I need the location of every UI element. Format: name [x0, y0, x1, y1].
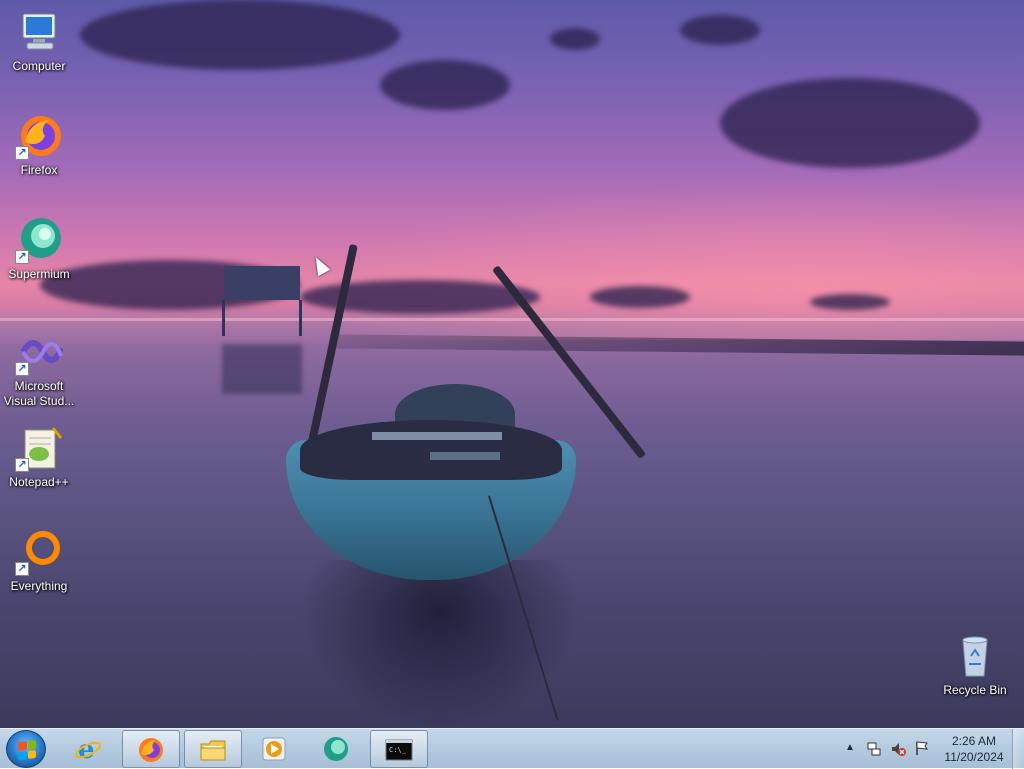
wallpaper-cloud — [550, 28, 600, 50]
desktop-icon-label: Supermium — [8, 267, 70, 281]
taskbar-media-player[interactable] — [246, 730, 304, 768]
supermium-icon: ↗ — [15, 216, 63, 264]
taskbar-file-explorer[interactable] — [184, 730, 242, 768]
taskbar-supermium[interactable] — [308, 730, 366, 768]
folder-icon — [199, 736, 227, 764]
wallpaper-cloud — [80, 0, 400, 70]
notification-area: ▲ — [842, 729, 936, 769]
shortcut-arrow-icon: ↗ — [15, 562, 29, 576]
clock-time: 2:26 AM — [951, 734, 997, 748]
shortcut-arrow-icon: ↗ — [15, 362, 29, 376]
shortcut-arrow-icon: ↗ — [15, 458, 29, 472]
clock-date: 11/20/2024 — [944, 750, 1004, 764]
wallpaper-cloud — [590, 286, 690, 308]
show-desktop-button[interactable] — [1012, 729, 1024, 769]
wallpaper-boat-seat — [372, 432, 502, 440]
taskbar-firefox[interactable] — [122, 730, 180, 768]
wallpaper-stilt-hut-legs — [222, 300, 302, 336]
wallpaper-cloud — [380, 60, 510, 110]
recycle-bin-icon — [951, 632, 999, 680]
wallpaper-boat-seat — [430, 452, 500, 460]
desktop-icon-label: Microsoft Visual Stud... — [3, 379, 75, 408]
desktop-icon-label: Firefox — [20, 163, 58, 177]
start-button[interactable] — [6, 730, 46, 768]
cmd-icon: C:\_ — [385, 736, 413, 764]
desktop-icon-firefox[interactable]: ↗ Firefox — [1, 112, 77, 178]
computer-icon — [15, 8, 63, 56]
windows-logo-icon — [18, 740, 36, 760]
desktop[interactable]: Computer ↗ Firefox ↗ Supermium ↗ Microso… — [0, 0, 1024, 728]
desktop-icon-visual-studio[interactable]: ↗ Microsoft Visual Stud... — [1, 328, 77, 409]
desktop-icon-supermium[interactable]: ↗ Supermium — [1, 216, 77, 282]
wallpaper-boat-reflection — [300, 560, 580, 728]
svg-text:C:\_: C:\_ — [389, 746, 407, 754]
shortcut-arrow-icon: ↗ — [15, 146, 29, 160]
wallpaper-cloud — [720, 78, 980, 168]
notepadpp-icon: ↗ — [15, 424, 63, 472]
desktop-icon-recycle-bin[interactable]: Recycle Bin — [937, 632, 1013, 698]
wallpaper-sky-glow — [300, 180, 1024, 340]
network-icon[interactable] — [866, 741, 882, 757]
wallpaper-horizon — [0, 318, 1024, 321]
everything-icon: ↗ — [15, 528, 63, 576]
supermium-icon — [322, 735, 350, 763]
desktop-icon-label: Computer — [12, 59, 66, 73]
volume-muted-icon[interactable] — [890, 741, 906, 757]
desktop-icon-label: Notepad++ — [9, 475, 69, 489]
wallpaper-cloud — [810, 294, 890, 310]
desktop-icon-everything[interactable]: ↗ Everything — [1, 528, 77, 594]
firefox-icon: ↗ — [15, 112, 63, 160]
taskbar: e C:\_ ▲ 2:26 AM 11/20/2024 — [0, 728, 1024, 769]
visual-studio-icon: ↗ — [15, 328, 64, 376]
chevron-up-icon[interactable]: ▲ — [845, 742, 855, 753]
firefox-icon — [137, 736, 165, 764]
wallpaper-stilt-hut — [224, 266, 300, 300]
system-clock[interactable]: 2:26 AM 11/20/2024 — [936, 733, 1012, 765]
wallpaper-hut-reflection — [222, 344, 302, 394]
desktop-icon-notepadpp[interactable]: ↗ Notepad++ — [1, 424, 77, 490]
taskbar-command-prompt[interactable]: C:\_ — [370, 730, 428, 768]
action-center-flag-icon[interactable] — [914, 740, 930, 756]
desktop-icon-label: Recycle Bin — [943, 683, 1007, 697]
taskbar-internet-explorer[interactable]: e — [60, 730, 118, 768]
desktop-icon-label: Everything — [10, 579, 68, 593]
wallpaper-cloud — [680, 15, 760, 45]
media-player-icon — [260, 735, 288, 763]
shortcut-arrow-icon: ↗ — [15, 250, 29, 264]
desktop-icon-computer[interactable]: Computer — [1, 8, 77, 74]
wallpaper-boat-interior — [300, 420, 562, 480]
internet-explorer-icon: e — [74, 735, 102, 765]
